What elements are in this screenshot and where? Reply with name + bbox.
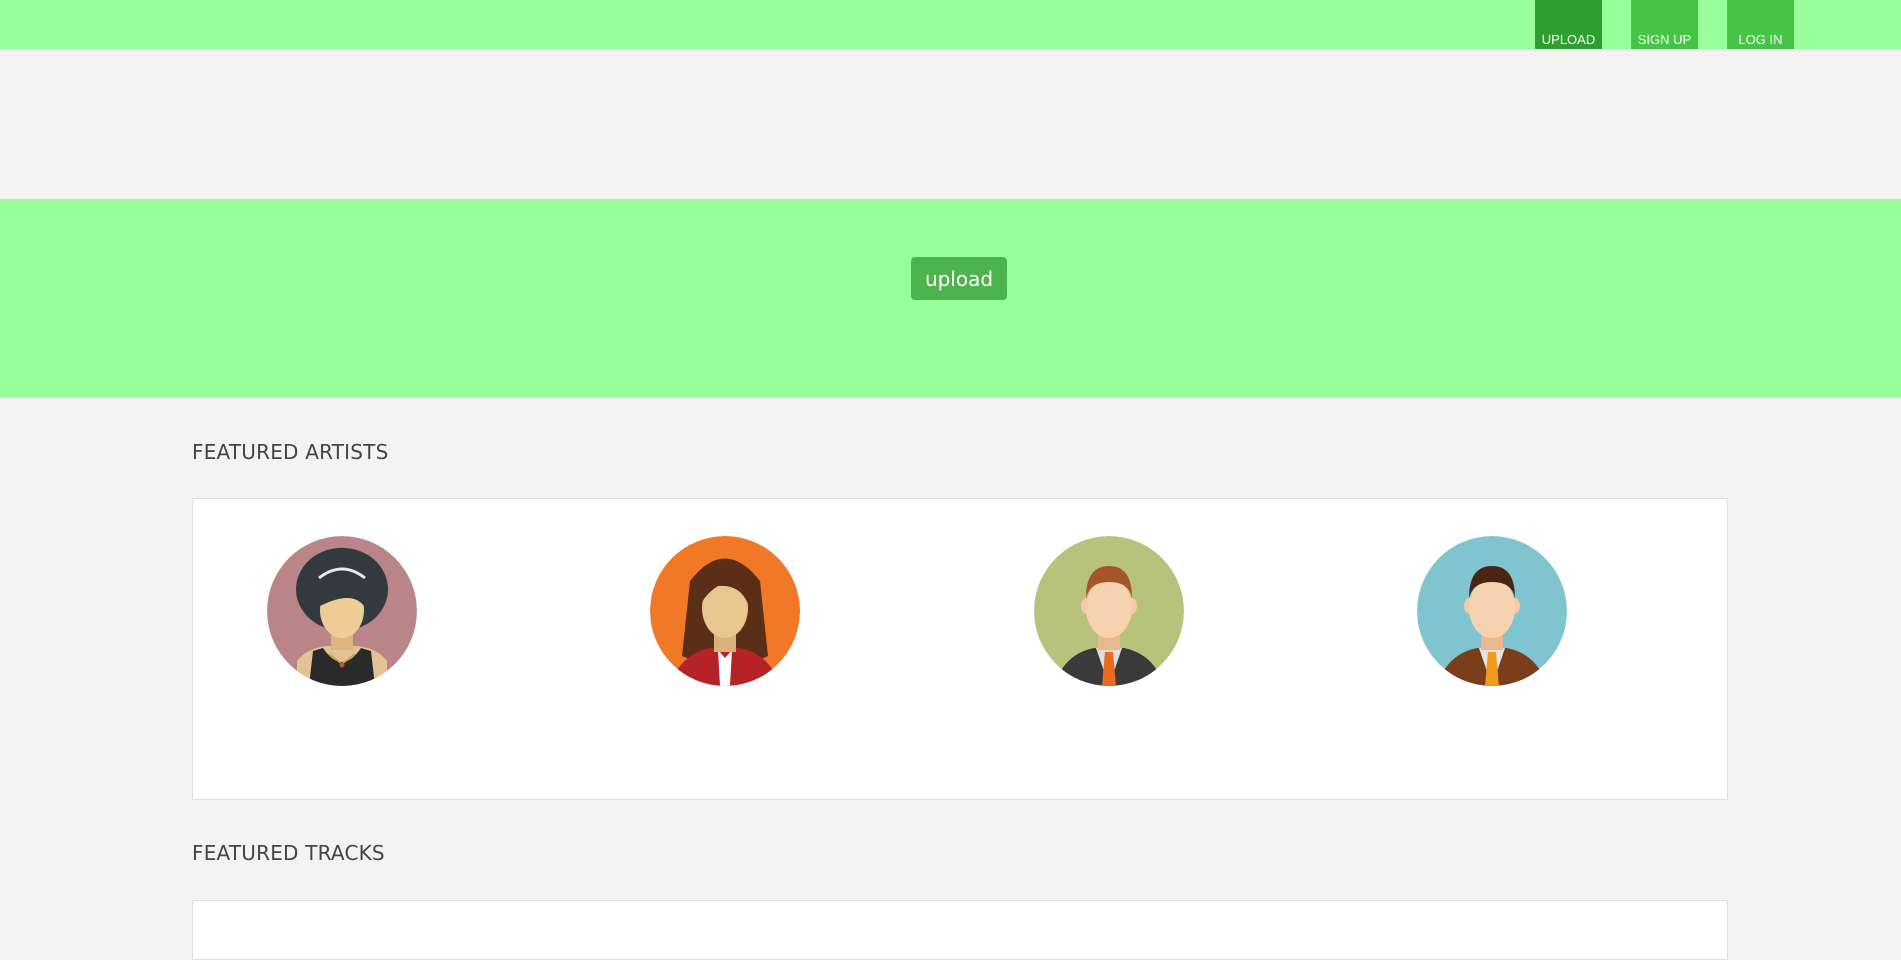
- nav-upload-button[interactable]: UPLOAD: [1535, 0, 1602, 49]
- man-brown-suit-avatar-icon[interactable]: [1417, 536, 1567, 686]
- top-navbar: [0, 0, 1901, 49]
- man-suit-avatar-icon[interactable]: [1034, 536, 1184, 686]
- nav-signup-button[interactable]: SIGN UP: [1631, 0, 1698, 49]
- nav-login-button[interactable]: LOG IN: [1727, 0, 1794, 49]
- woman-brown-hair-avatar-icon[interactable]: [650, 536, 800, 686]
- featured-tracks-title: FEATURED TRACKS: [192, 841, 385, 865]
- featured-artists-title: FEATURED ARTISTS: [192, 440, 389, 464]
- featured-tracks-panel: [192, 900, 1728, 960]
- hero-upload-button[interactable]: upload: [911, 257, 1007, 300]
- woman-black-hair-avatar-icon[interactable]: [267, 536, 417, 686]
